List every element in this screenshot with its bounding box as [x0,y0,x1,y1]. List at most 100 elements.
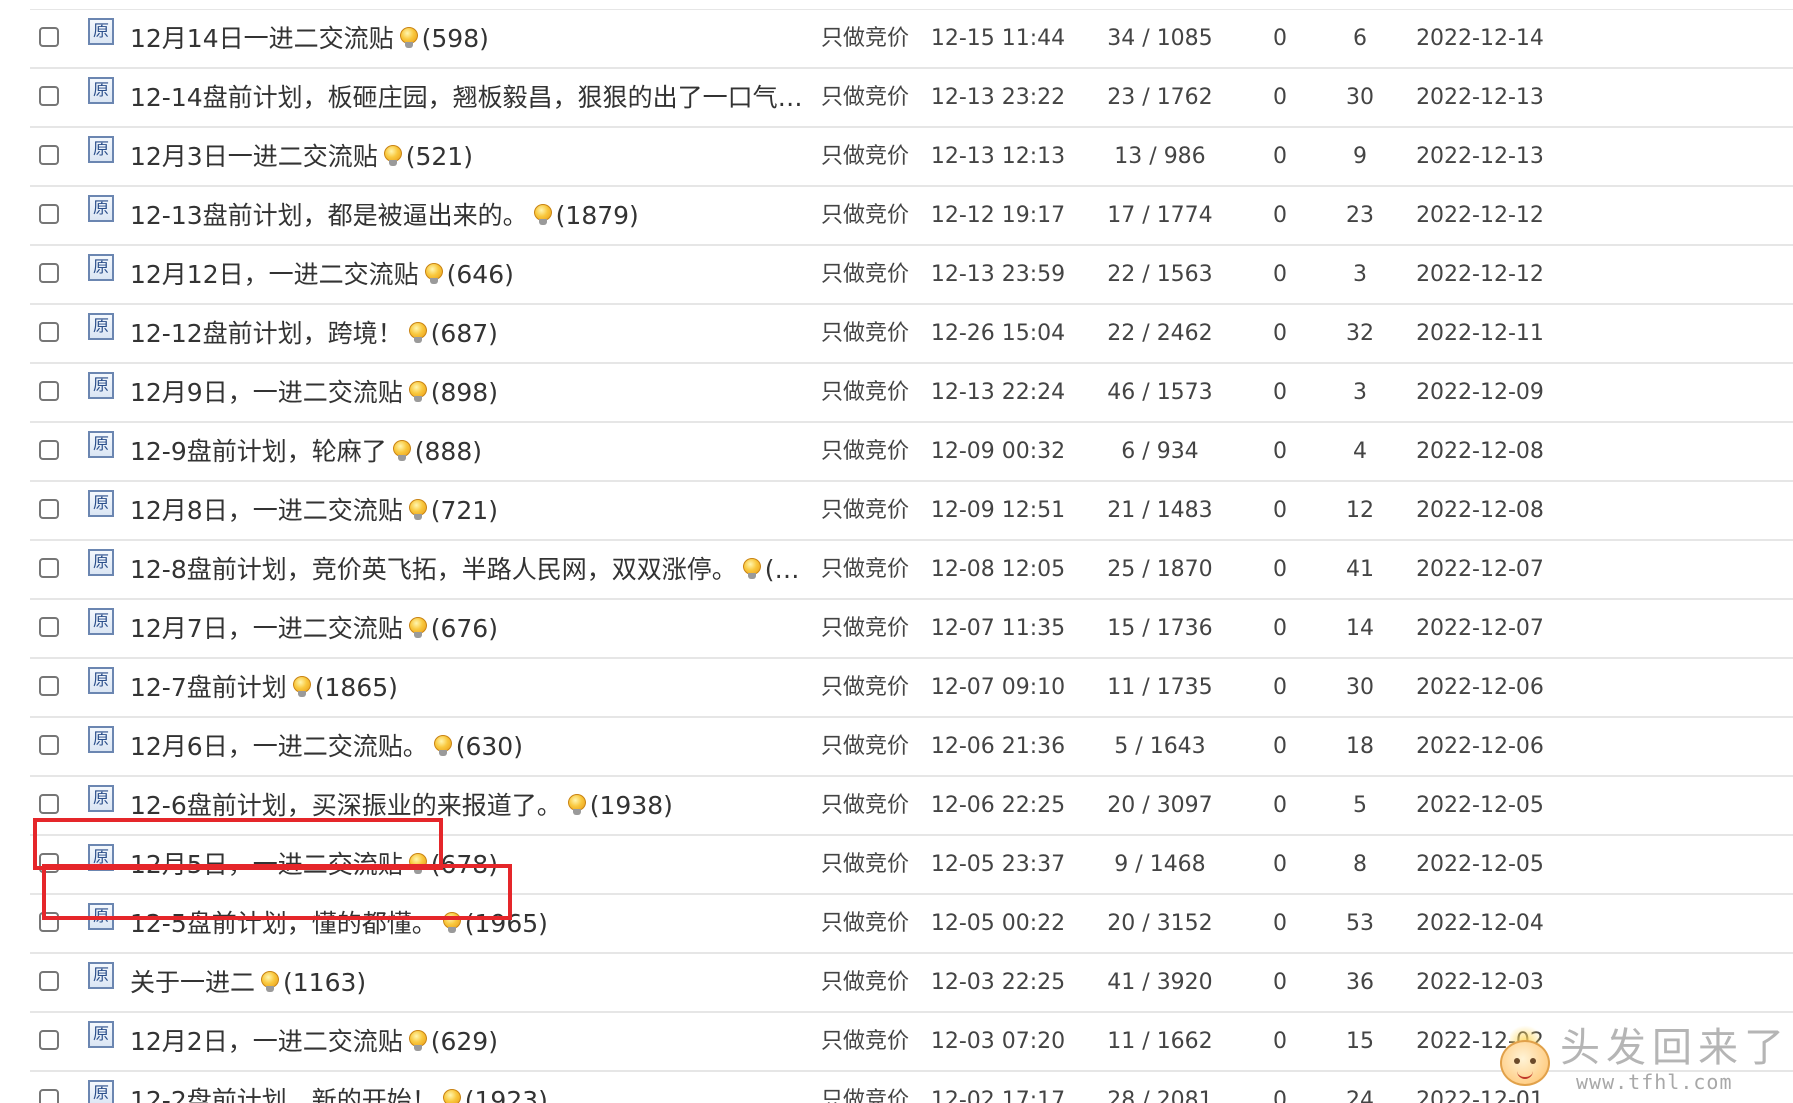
row-checkbox[interactable] [39,27,59,47]
thread-list: 原 12月14日一进二交流贴 (598) 只做竞价 12-15 11:44 34 / 10… [0,10,1793,1103]
thread-title-link[interactable]: 12月7日，一进二交流贴 (676) [130,600,860,657]
thread-title-text[interactable]: 12月6日，一进二交流贴。 [130,732,428,761]
thread-title-link[interactable]: 12月8日，一进二交流贴 (721) [130,482,860,539]
row-checkbox[interactable] [39,912,59,932]
table-row[interactable]: 原 12月8日，一进二交流贴 (721) 只做竞价 12-09 12:51 21 / 14… [30,482,1793,541]
category-link[interactable]: 只做竞价 [810,659,920,716]
table-row[interactable]: 原关于一进二 (1163) 只做竞价 12-03 22:25 41 / 3920 0 36 2… [30,954,1793,1013]
row-checkbox[interactable] [39,145,59,165]
table-row[interactable]: 原 12月3日一进二交流贴 (521) 只做竞价 12-13 12:13 13 / 986… [30,128,1793,187]
thread-title-link[interactable]: 12-6盘前计划，买深振业的来报道了。 (1938) [130,777,860,834]
table-row[interactable]: 原 12-8盘前计划，竞价英飞拓，半路人民网，双双涨停。 (… 只做竞价 12-08 1… [30,541,1793,600]
table-row[interactable]: 原 12-6盘前计划，买深振业的来报道了。 (1938) 只做竞价 12-06 22:2… [30,777,1793,836]
thread-title-text[interactable]: 12月3日一进二交流贴 [130,142,378,171]
row-checkbox[interactable] [39,853,59,873]
thread-title-link[interactable]: 12-12盘前计划，跨境！ (687) [130,305,860,362]
thread-title-link[interactable]: 关于一进二 (1163) [130,954,860,1011]
table-row[interactable]: 原 12-12盘前计划，跨境！ (687) 只做竞价 12-26 15:04 22 / 2… [30,305,1793,364]
thread-title-text[interactable]: 12-13盘前计划，都是被逼出来的。 [130,201,528,230]
thread-title-link[interactable]: 12-13盘前计划，都是被逼出来的。 (1879) [130,187,860,244]
category-link[interactable]: 只做竞价 [810,246,920,303]
thread-title-link[interactable]: 12-7盘前计划 (1865) [130,659,860,716]
row-checkbox[interactable] [39,263,59,283]
table-row[interactable]: 原 12月9日，一进二交流贴 (898) 只做竞价 12-13 22:24 46 / 15… [30,364,1793,423]
thread-title-text[interactable]: 12-12盘前计划，跨境！ [130,319,403,348]
table-row[interactable]: 原 12月5日，一进二交流贴 (678) 只做竞价 12-05 23:37 9 / 146… [30,836,1793,895]
table-row[interactable]: 原 12-7盘前计划 (1865) 只做竞价 12-07 09:10 11 / 1735 0… [30,659,1793,718]
row-checkbox[interactable] [39,381,59,401]
row-checkbox[interactable] [39,1089,59,1103]
thread-title-link[interactable]: 12月12日，一进二交流贴 (646) [130,246,860,303]
category-link[interactable]: 只做竞价 [810,777,920,834]
table-row[interactable]: 原 12月6日，一进二交流贴。 (630) 只做竞价 12-06 21:36 5 / 16… [30,718,1793,777]
thread-title-link[interactable]: 12月9日，一进二交流贴 (898) [130,364,860,421]
thread-title-text[interactable]: 12月8日，一进二交流贴 [130,496,403,525]
category-link[interactable]: 只做竞价 [810,305,920,362]
thread-title-text[interactable]: 12月12日，一进二交流贴 [130,260,419,289]
thread-view-count: (678) [430,850,498,879]
thread-title-link[interactable]: 12-2盘前计划，新的开始！ (1923) [130,1072,860,1103]
table-row[interactable]: 原 12-14盘前计划，板砸庄园，翘板毅昌，狠狠的出了一口气… 只做竞价 12-13 … [30,69,1793,128]
row-checkbox[interactable] [39,440,59,460]
category-link[interactable]: 只做竞价 [810,954,920,1011]
thread-title-link[interactable]: 12-9盘前计划，轮麻了 (888) [130,423,860,480]
thread-title-text[interactable]: 12-8盘前计划，竞价英飞拓，半路人民网，双双涨停。 [130,555,737,584]
count-col-b: 41 [1346,557,1374,582]
table-row[interactable]: 原 12-5盘前计划，懂的都懂。 (1965) 只做竞价 12-05 00:22 20 /… [30,895,1793,954]
thread-title-text[interactable]: 12月2日，一进二交流贴 [130,1027,403,1056]
category-link[interactable]: 只做竞价 [810,128,920,185]
thread-title-text[interactable]: 12-6盘前计划，买深振业的来报道了。 [130,791,562,820]
thread-title-link[interactable]: 12-5盘前计划，懂的都懂。 (1965) [130,895,860,952]
table-row[interactable]: 原 12-2盘前计划，新的开始！ (1923) 只做竞价 12-02 17:17 28 /… [30,1072,1793,1103]
category-link[interactable]: 只做竞价 [810,187,920,244]
thread-title-text[interactable]: 12月7日，一进二交流贴 [130,614,403,643]
thread-title-link[interactable]: 12月2日，一进二交流贴 (629) [130,1013,860,1070]
thread-title-text[interactable]: 12月9日，一进二交流贴 [130,378,403,407]
row-checkbox[interactable] [39,617,59,637]
row-checkbox[interactable] [39,322,59,342]
row-checkbox[interactable] [39,558,59,578]
table-row[interactable]: 原 12月14日一进二交流贴 (598) 只做竞价 12-15 11:44 34 / 10… [30,10,1793,69]
category-link[interactable]: 只做竞价 [810,364,920,421]
category-link[interactable]: 只做竞价 [810,836,920,893]
category-link[interactable]: 只做竞价 [810,1072,920,1103]
thread-title-link[interactable]: 12月3日一进二交流贴 (521) [130,128,860,185]
category-link[interactable]: 只做竞价 [810,482,920,539]
category-link[interactable]: 只做竞价 [810,541,920,598]
category-link[interactable]: 只做竞价 [810,718,920,775]
thread-title-link[interactable]: 12-14盘前计划，板砸庄园，翘板毅昌，狠狠的出了一口气… [130,69,860,126]
table-row[interactable]: 原 12月2日，一进二交流贴 (629) 只做竞价 12-03 07:20 11 / 16… [30,1013,1793,1072]
thread-title-text[interactable]: 12-9盘前计划，轮麻了 [130,437,387,466]
thread-title-text[interactable]: 12月5日，一进二交流贴 [130,850,403,879]
table-row[interactable]: 原 12月12日，一进二交流贴 (646) 只做竞价 12-13 23:59 22 / 1… [30,246,1793,305]
table-row[interactable]: 原 12-9盘前计划，轮麻了 (888) 只做竞价 12-09 00:32 6 / 934… [30,423,1793,482]
row-checkbox[interactable] [39,1030,59,1050]
thread-title-text[interactable]: 12-5盘前计划，懂的都懂。 [130,909,437,938]
thread-title-text[interactable]: 12-7盘前计划 [130,673,287,702]
thread-title-text[interactable]: 12-2盘前计划，新的开始！ [130,1086,437,1103]
row-checkbox[interactable] [39,971,59,991]
category-link[interactable]: 只做竞价 [810,1013,920,1070]
table-row[interactable]: 原 12-13盘前计划，都是被逼出来的。 (1879) 只做竞价 12-12 19:17… [30,187,1793,246]
category-link[interactable]: 只做竞价 [810,895,920,952]
thread-title-link[interactable]: 12月5日，一进二交流贴 (678) [130,836,860,893]
row-checkbox[interactable] [39,499,59,519]
thread-title-text[interactable]: 12-14盘前计划，板砸庄园，翘板毅昌，狠狠的出了一口气… [130,83,803,112]
reply-view-stats: 15 / 1736 [1107,616,1213,641]
thread-title-text[interactable]: 关于一进二 [130,968,255,997]
count-col-b: 18 [1346,734,1374,759]
row-checkbox[interactable] [39,204,59,224]
row-checkbox[interactable] [39,676,59,696]
category-link[interactable]: 只做竞价 [810,10,920,67]
row-checkbox[interactable] [39,735,59,755]
table-row[interactable]: 原 12月7日，一进二交流贴 (676) 只做竞价 12-07 11:35 15 / 17… [30,600,1793,659]
row-checkbox[interactable] [39,794,59,814]
category-link[interactable]: 只做竞价 [810,600,920,657]
thread-title-link[interactable]: 12月6日，一进二交流贴。 (630) [130,718,860,775]
thread-title-link[interactable]: 12月14日一进二交流贴 (598) [130,10,860,67]
thread-title-text[interactable]: 12月14日一进二交流贴 [130,24,394,53]
category-link[interactable]: 只做竞价 [810,423,920,480]
row-checkbox[interactable] [39,86,59,106]
thread-title-link[interactable]: 12-8盘前计划，竞价英飞拓，半路人民网，双双涨停。 (… [130,541,860,598]
category-link[interactable]: 只做竞价 [810,69,920,126]
